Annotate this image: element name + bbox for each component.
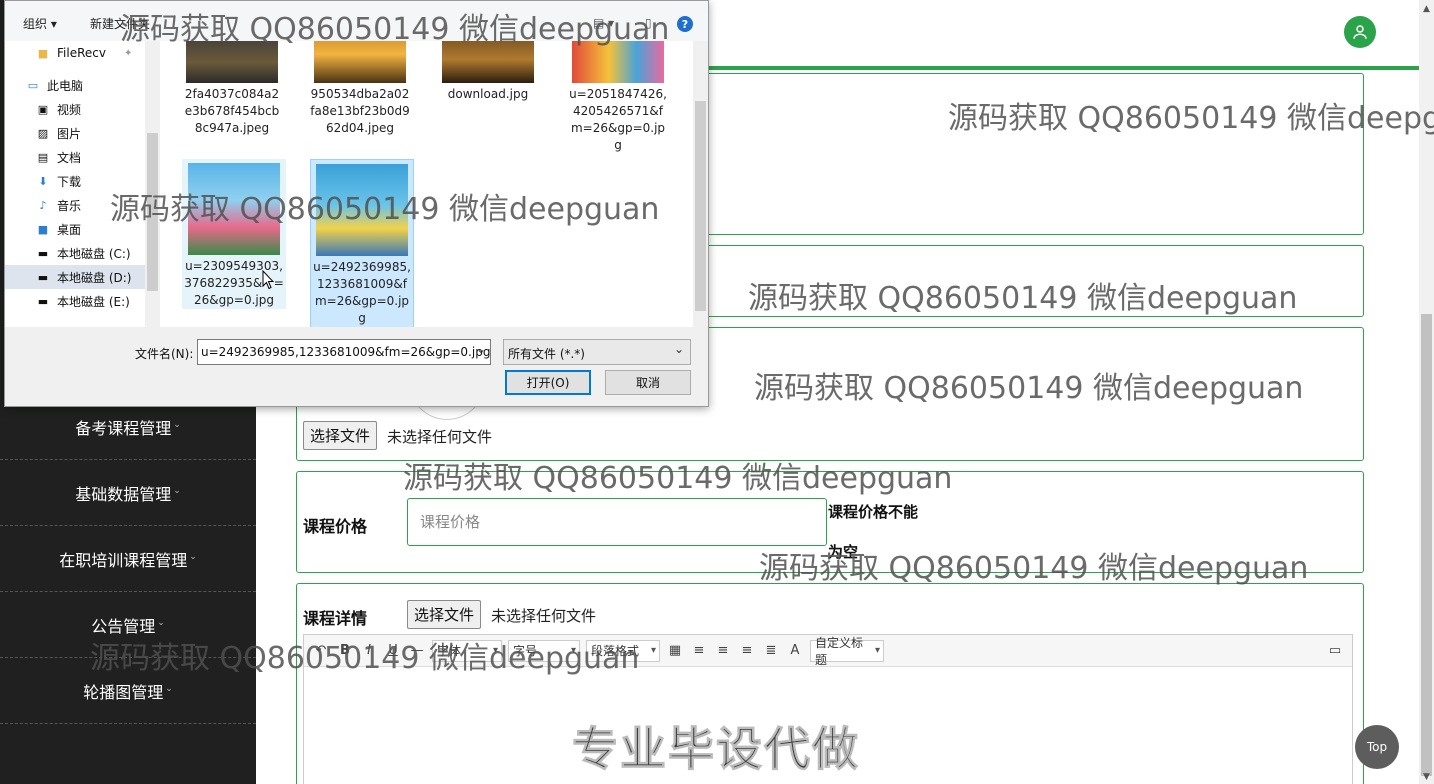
nav-item-music[interactable]: ♪ 音乐 xyxy=(35,193,81,217)
custom-title-select[interactable]: 自定义标题 xyxy=(810,636,884,667)
scroll-up-arrow[interactable]: ▲ xyxy=(1419,2,1434,16)
horizontal-rule-icon[interactable]: — xyxy=(408,642,426,660)
drive-icon: ▬ xyxy=(37,294,49,308)
nav-item-desktop[interactable]: ■ 桌面 xyxy=(35,217,81,241)
file-open-dialog: 组织 ▾ 新建文件夹 ▤ ▾ ▯ ? ■ FileRecv ✦ ▭ 此电脑 ▣ 视频 ▨… xyxy=(4,0,709,407)
nav-item-drive-e[interactable]: ▬ 本地磁盘 (E:) xyxy=(35,289,130,313)
file-thumbnail xyxy=(188,163,280,255)
fullscreen-icon[interactable]: ▭ xyxy=(1326,642,1344,660)
file-thumbnail xyxy=(572,41,664,83)
dialog-toolbar: 组织 ▾ 新建文件夹 ▤ ▾ ▯ ? xyxy=(5,1,708,41)
align-center-icon[interactable]: ≡ xyxy=(738,642,756,660)
music-icon: ♪ xyxy=(39,198,47,212)
download-icon: ⬇ xyxy=(38,174,48,188)
user-avatar-button[interactable] xyxy=(1344,16,1376,48)
navigation-pane: ■ FileRecv ✦ ▭ 此电脑 ▣ 视频 ▨ 图片 ▤ 文档 ⬇ 下载 ♪ 音乐 ■ 桌面 … xyxy=(5,41,160,327)
page-scroll-thumb[interactable] xyxy=(1421,314,1432,776)
form-card-price: 课程价格 课程价格不能为空 xyxy=(296,471,1364,573)
sidebar-item-training-courses[interactable]: 在职培训课程管理 ⌄ xyxy=(0,526,256,592)
rich-text-editor[interactable]: ↶ B I U — 字体 字号 段落格式 ▦ ≡ ≡ ≡ ≣ A 自定义标题 ▭… xyxy=(303,634,1353,784)
nav-item-pictures[interactable]: ▨ 图片 xyxy=(35,121,81,145)
nav-item-downloads[interactable]: ⬇ 下载 xyxy=(35,169,81,193)
view-options-icon[interactable]: ▤ ▾ xyxy=(593,16,614,30)
caret-icon: ⌄ xyxy=(173,485,181,496)
font-color-icon[interactable]: A xyxy=(786,642,804,660)
user-icon xyxy=(1353,25,1367,39)
back-to-top-button[interactable]: Top xyxy=(1355,725,1399,769)
document-icon: ▤ xyxy=(37,150,49,164)
caret-icon: ⌄ xyxy=(173,419,181,430)
choose-image-button[interactable]: 选择文件 xyxy=(303,421,378,450)
editor-content-text: 专业毕设代做 xyxy=(572,722,860,777)
underline-icon[interactable]: U xyxy=(384,642,402,660)
bold-icon[interactable]: B xyxy=(336,642,354,660)
sidebar-item-carousel[interactable]: 轮播图管理 ⌄ xyxy=(0,658,256,724)
file-thumbnail xyxy=(442,41,534,83)
align-justify-icon[interactable]: ≣ xyxy=(762,642,780,660)
table-icon[interactable]: ▦ xyxy=(666,642,684,660)
desktop-icon: ■ xyxy=(37,222,49,236)
undo-icon[interactable]: ↶ xyxy=(312,642,330,660)
file-item[interactable]: download.jpg xyxy=(436,41,540,103)
price-label: 课程价格 xyxy=(303,517,368,536)
pin-icon: ✦ xyxy=(123,47,133,59)
computer-icon: ▭ xyxy=(27,78,39,92)
nav-item-this-pc[interactable]: ▭ 此电脑 xyxy=(25,73,83,97)
caret-icon: ⌄ xyxy=(165,683,173,694)
font-family-select[interactable]: 字体 xyxy=(432,639,502,662)
nav-item-filerecv[interactable]: ■ FileRecv ✦ xyxy=(35,41,133,65)
nav-item-drive-d[interactable]: ▬ 本地磁盘 (D:) xyxy=(5,265,145,289)
form-card-details: 课程详情 选择文件 未选择任何文件 ↶ B I U — 字体 字号 段落格式 ▦… xyxy=(296,583,1364,784)
nav-item-videos[interactable]: ▣ 视频 xyxy=(35,97,81,121)
file-item[interactable]: 950534dba2a02fa8e13bf23b0d962d04.jpeg xyxy=(308,41,412,137)
price-error-message: 课程价格不能为空 xyxy=(828,503,919,561)
folder-icon: ■ xyxy=(37,46,49,60)
filename-label: 文件名(N): xyxy=(135,347,194,361)
filename-input[interactable]: u=2492369985,1233681009&fm=26&gp=0.jpg xyxy=(197,339,491,365)
open-button[interactable]: 打开(O) xyxy=(505,370,591,395)
align-left-icon[interactable]: ≡ xyxy=(690,642,708,660)
details-choose-file-button[interactable]: 选择文件 xyxy=(407,600,482,629)
video-icon: ▣ xyxy=(37,102,49,116)
file-item-selected[interactable]: u=2492369985,1233681009&fm=26&gp=0.jpg xyxy=(310,159,414,327)
italic-icon[interactable]: I xyxy=(360,642,378,660)
mouse-cursor-icon xyxy=(262,270,274,290)
scroll-down-arrow[interactable]: ▼ xyxy=(1419,770,1434,784)
picture-icon: ▨ xyxy=(37,126,49,140)
file-thumbnail xyxy=(314,41,406,83)
align-right-icon[interactable]: ≡ xyxy=(714,642,732,660)
sidebar-item-base-data[interactable]: 基础数据管理 ⌄ xyxy=(0,460,256,526)
sidebar-item-announcements[interactable]: 公告管理 ⌄ xyxy=(0,592,256,658)
cancel-button[interactable]: 取消 xyxy=(605,370,691,395)
caret-icon: ⌄ xyxy=(157,617,165,628)
file-thumbnail xyxy=(316,164,408,256)
font-size-select[interactable]: 字号 xyxy=(508,639,580,662)
preview-pane-icon[interactable]: ▯ xyxy=(645,16,652,30)
nav-item-drive-c[interactable]: ▬ 本地磁盘 (C:) xyxy=(35,241,131,265)
details-file-status: 未选择任何文件 xyxy=(491,607,597,625)
nav-pane-scroll-thumb[interactable] xyxy=(147,133,158,291)
file-list: 2fa4037c084a2e3b678f454bcb8c947a.jpeg 95… xyxy=(160,41,693,327)
file-thumbnail xyxy=(186,41,278,83)
help-icon[interactable]: ? xyxy=(677,16,693,32)
editor-toolbar: ↶ B I U — 字体 字号 段落格式 ▦ ≡ ≡ ≡ ≣ A 自定义标题 ▭ xyxy=(304,635,1352,667)
image-upload-status: 未选择任何文件 xyxy=(387,428,493,446)
caret-icon: ⌄ xyxy=(189,551,197,562)
paragraph-format-select[interactable]: 段落格式 xyxy=(586,639,660,662)
file-list-scroll-thumb[interactable] xyxy=(695,101,706,311)
drive-icon: ▬ xyxy=(37,270,49,284)
filetype-select[interactable]: 所有文件 (*.*) xyxy=(503,339,691,365)
file-item[interactable]: u=2051847426,4205426571&fm=26&gp=0.jpg xyxy=(566,41,670,154)
details-label: 课程详情 xyxy=(303,609,368,628)
file-item[interactable]: 2fa4037c084a2e3b678f454bcb8c947a.jpeg xyxy=(180,41,284,137)
new-folder-button[interactable]: 新建文件夹 xyxy=(90,15,150,32)
organize-menu[interactable]: 组织 ▾ xyxy=(23,15,57,32)
nav-item-documents[interactable]: ▤ 文档 xyxy=(35,145,81,169)
price-input[interactable] xyxy=(407,498,827,546)
drive-icon: ▬ xyxy=(37,246,49,260)
